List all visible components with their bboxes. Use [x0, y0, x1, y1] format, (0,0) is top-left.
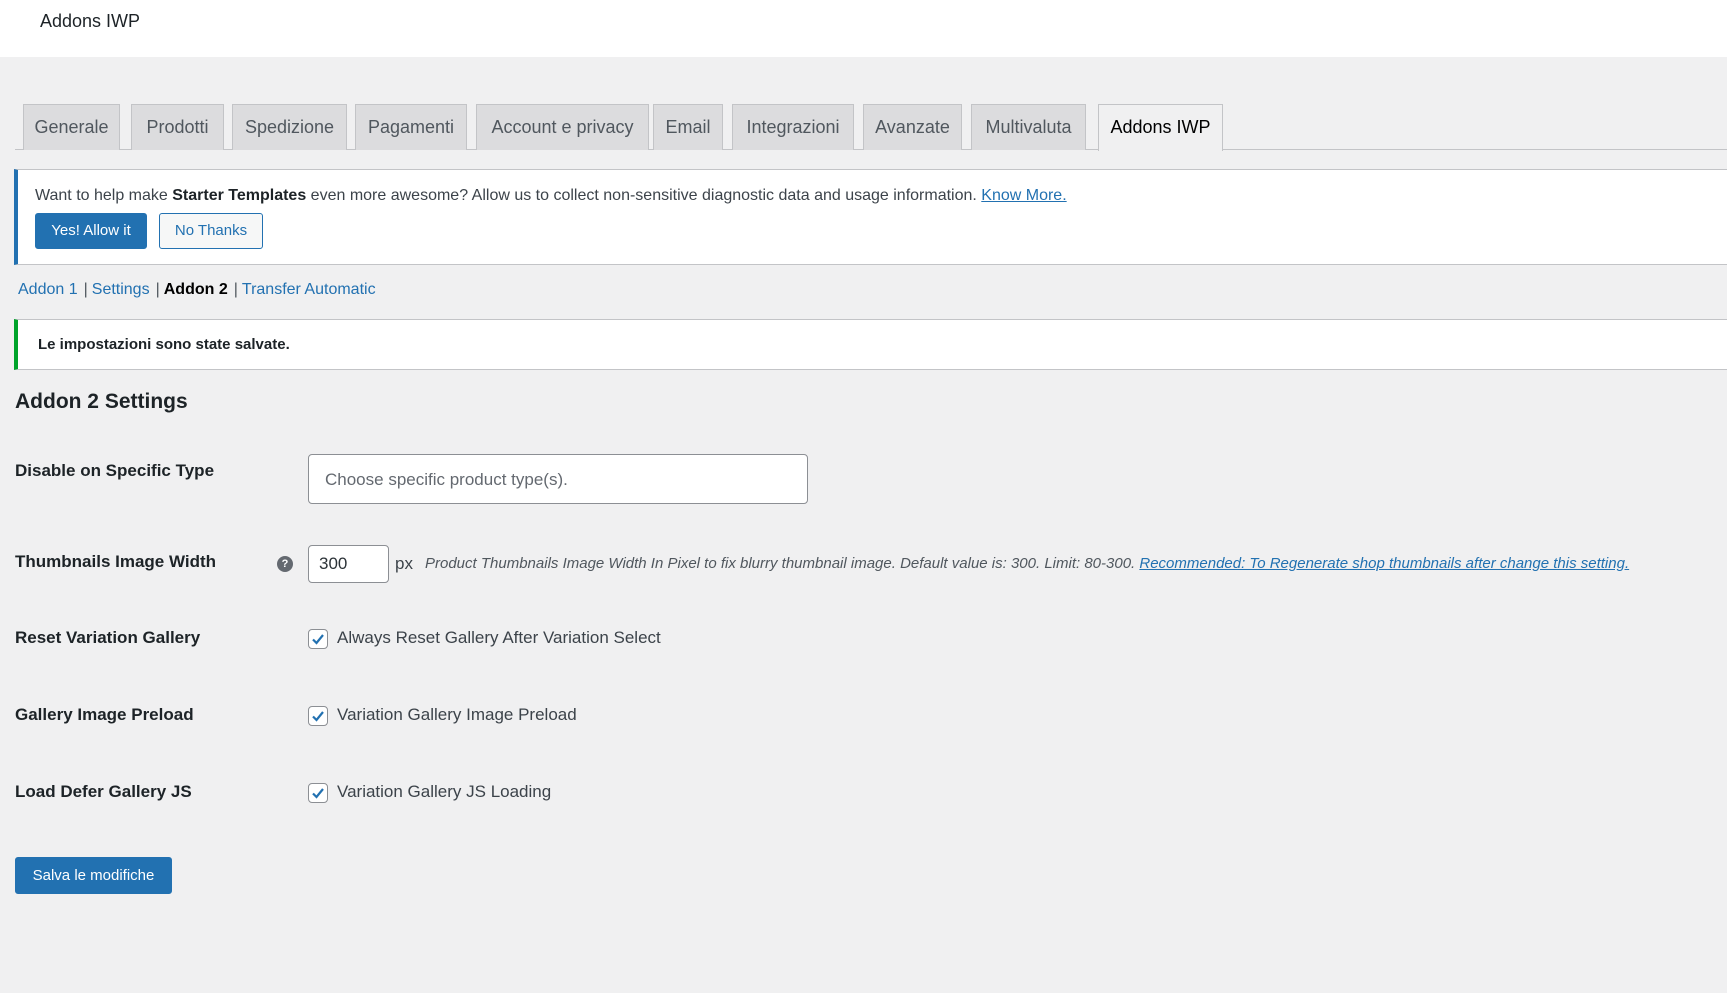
subnav-settings[interactable]: Settings	[92, 281, 150, 298]
regenerate-thumbnails-link[interactable]: Recommended: To Regenerate shop thumbnai…	[1139, 555, 1629, 572]
thumb-width-label: Thumbnails Image Width	[15, 552, 217, 571]
tab-avanzate[interactable]: Avanzate	[863, 104, 962, 150]
settings-saved-notice: Le impostazioni sono state salvate.	[14, 319, 1727, 370]
top-header: Addons IWP	[0, 0, 1727, 57]
checkmark-icon	[312, 634, 324, 645]
checkmark-icon	[312, 788, 324, 799]
defer-js-checkbox-label: Variation Gallery JS Loading	[337, 782, 552, 801]
reset-gallery-checkbox[interactable]	[308, 629, 328, 649]
thumb-width-input[interactable]: 300	[308, 545, 389, 583]
subnav-separator: |	[155, 281, 160, 298]
disable-type-label: Disable on Specific Type	[15, 461, 215, 480]
settings-tabs: Generale Prodotti Spedizione Pagamenti A…	[15, 104, 1727, 151]
tab-pagamenti[interactable]: Pagamenti	[355, 104, 467, 150]
save-changes-button[interactable]: Salva le modifiche	[15, 857, 172, 894]
tab-integrazioni[interactable]: Integrazioni	[732, 104, 854, 150]
tab-multivaluta[interactable]: Multivaluta	[971, 104, 1086, 150]
tab-prodotti[interactable]: Prodotti	[131, 104, 224, 150]
page-title: Addons IWP	[40, 11, 141, 31]
subnav-addon-1[interactable]: Addon 1	[18, 281, 78, 298]
allow-tracking-button[interactable]: Yes! Allow it	[35, 213, 147, 249]
success-message: Le impostazioni sono state salvate.	[38, 336, 290, 353]
thumb-width-description: Product Thumbnails Image Width In Pixel …	[425, 555, 1629, 572]
product-type-placeholder: Choose specific product type(s).	[325, 470, 568, 489]
help-icon[interactable]: ?	[277, 556, 293, 572]
notice-message: Want to help make Starter Templates even…	[35, 187, 1067, 205]
checkmark-icon	[312, 711, 324, 722]
tab-spedizione[interactable]: Spedizione	[232, 104, 347, 150]
tab-account-privacy[interactable]: Account e privacy	[476, 104, 649, 150]
gallery-preload-label: Gallery Image Preload	[15, 705, 194, 724]
subnav-separator: |	[83, 281, 88, 298]
thumb-width-desc-text: Product Thumbnails Image Width In Pixel …	[425, 555, 1136, 572]
tab-addons-iwp[interactable]: Addons IWP	[1098, 104, 1223, 151]
subnav-addon-2[interactable]: Addon 2	[164, 281, 228, 298]
know-more-link[interactable]: Know More.	[981, 187, 1066, 204]
section-title: Addon 2 Settings	[15, 390, 188, 413]
product-type-select[interactable]: Choose specific product type(s).	[308, 454, 808, 504]
defer-js-checkbox[interactable]	[308, 783, 328, 803]
addon-subnav: Addon 1 | Settings | Addon 2 | Transfer Automa…	[18, 281, 376, 299]
notice-text-after: even more awesome? Allow us to collect n…	[306, 187, 982, 204]
tab-generale[interactable]: Generale	[23, 104, 120, 150]
usage-tracking-notice: Want to help make Starter Templates even…	[14, 169, 1727, 265]
subnav-transfer-automatic[interactable]: Transfer Automatic	[242, 281, 376, 298]
notice-text-before: Want to help make	[35, 187, 173, 204]
defer-js-label: Load Defer Gallery JS	[15, 782, 192, 801]
reset-gallery-checkbox-label: Always Reset Gallery After Variation Sel…	[337, 628, 661, 647]
gallery-preload-checkbox[interactable]	[308, 706, 328, 726]
tab-email[interactable]: Email	[653, 104, 723, 150]
px-unit: px	[395, 554, 413, 573]
gallery-preload-checkbox-label: Variation Gallery Image Preload	[337, 705, 577, 724]
reset-gallery-label: Reset Variation Gallery	[15, 628, 201, 647]
subnav-separator: |	[233, 281, 238, 298]
notice-brand: Starter Templates	[172, 187, 307, 204]
no-thanks-button[interactable]: No Thanks	[159, 213, 263, 249]
